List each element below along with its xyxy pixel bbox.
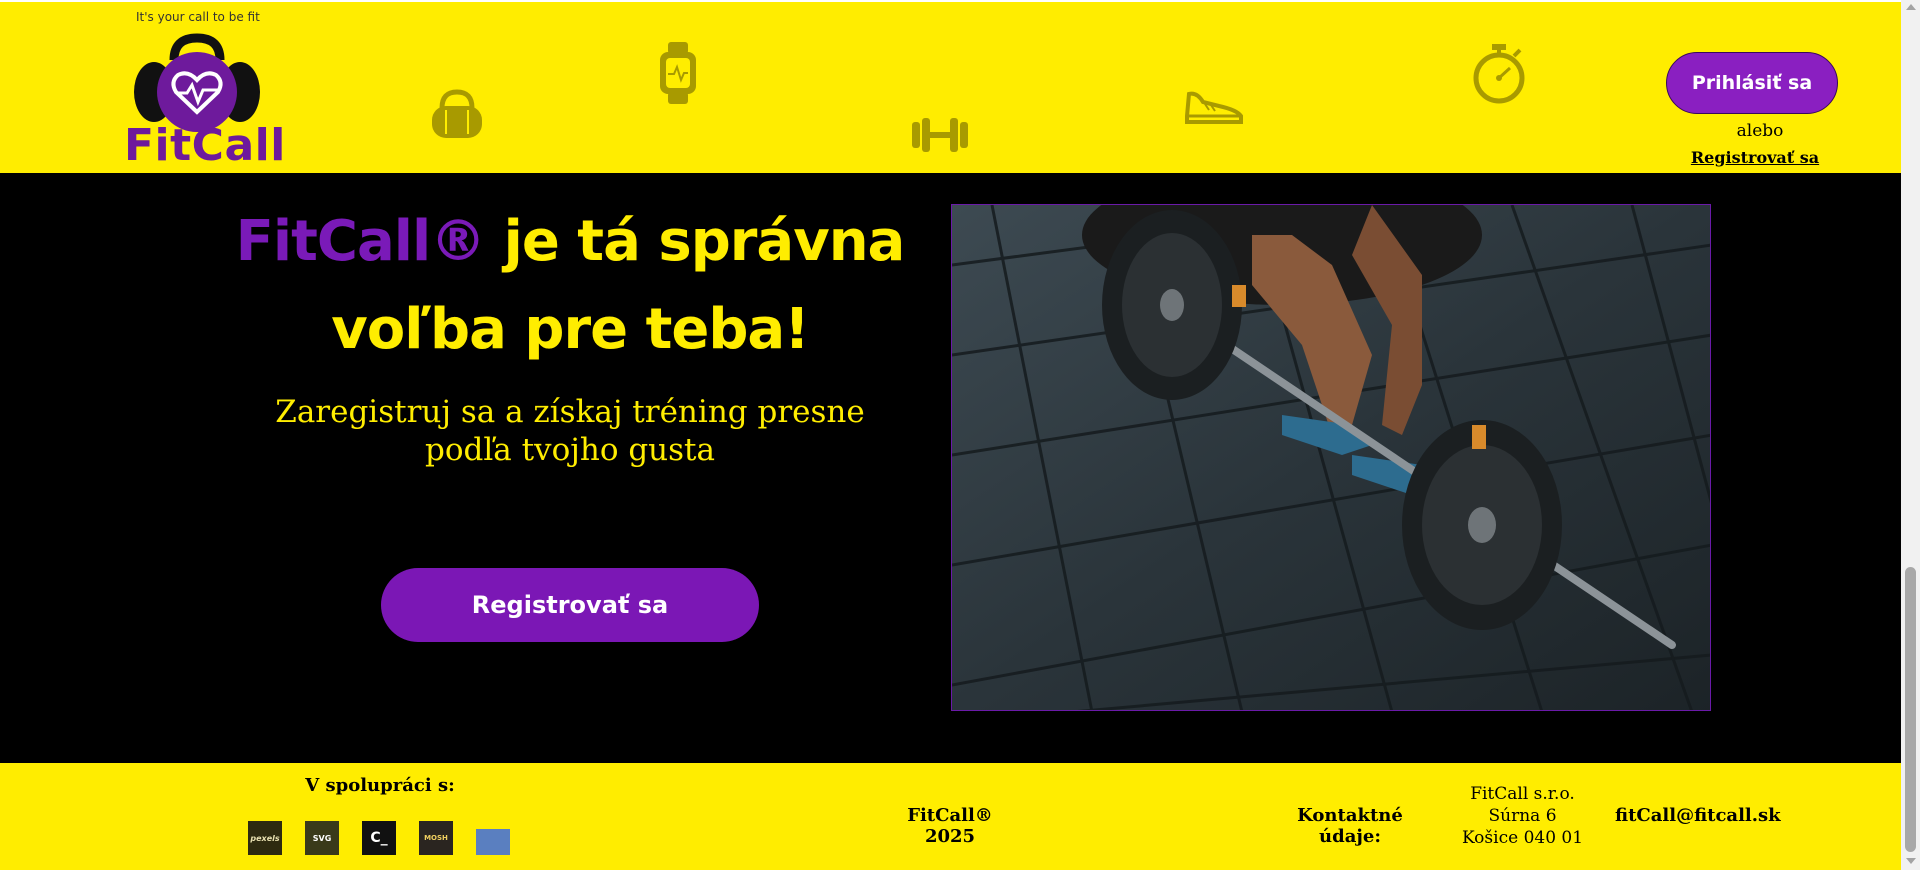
smartwatch-icon (660, 42, 696, 104)
partner-logo-svgrepo[interactable]: SVG (305, 821, 339, 855)
address-line: Súrna 6 (1488, 806, 1557, 826)
partner-label: MOSH (424, 834, 448, 842)
register-link[interactable]: Registrovať sa (1690, 148, 1820, 167)
partner-logo-codepen[interactable]: C_ (362, 821, 396, 855)
scroll-down-arrow-icon[interactable] (1906, 858, 1916, 864)
page: It's your call to be fit FitCall Prihlás… (0, 0, 1901, 870)
contact-email[interactable]: fitCall@fitcall.sk (1615, 805, 1781, 826)
deadlift-photo-illustration (952, 205, 1710, 710)
address-line: Košice 040 01 (1461, 828, 1584, 848)
company-address: FitCall s.r.o. Súrna 6 Košice 040 01 (1440, 783, 1605, 849)
scroll-up-arrow-icon[interactable] (1906, 4, 1916, 10)
hero-subtitle: Zaregistruj sa a získaj tréning presne p… (275, 394, 865, 468)
site-footer: V spolupráci s: pexels SVG C_ MOSH FitCa… (0, 763, 1901, 870)
partner-logo-unknown[interactable] (476, 829, 510, 855)
vertical-scrollbar[interactable] (1901, 0, 1920, 870)
logo-wordmark: FitCall (124, 120, 286, 171)
hero-title: FitCall® je tá správna voľba pre teba! (210, 198, 930, 374)
partner-logo-mosh[interactable]: MOSH (419, 821, 453, 855)
dumbbell-icon (912, 118, 968, 152)
hero-section: FitCall® je tá správna voľba pre teba! Z… (0, 173, 1901, 763)
gym-bag-icon (432, 89, 482, 138)
register-button[interactable]: Registrovať sa (381, 568, 759, 642)
or-text: alebo (1736, 121, 1784, 141)
sneaker-icon (1185, 91, 1243, 124)
partners-title: V spolupráci s: (305, 775, 455, 796)
logo-tagline: It's your call to be fit (136, 10, 260, 24)
partner-label: SVG (312, 833, 332, 843)
stopwatch-icon (1473, 44, 1525, 104)
partner-label: C_ (370, 830, 388, 846)
contact-label: Kontaktné údaje: (1297, 805, 1403, 847)
deadlift-photo (951, 204, 1711, 711)
site-header: It's your call to be fit FitCall Prihlás… (0, 0, 1901, 173)
login-button[interactable]: Prihlásiť sa (1666, 52, 1838, 114)
partner-label: pexels (250, 833, 280, 843)
scrollbar-thumb[interactable] (1905, 567, 1916, 852)
fitcall-logo[interactable]: It's your call to be fit FitCall (118, 8, 288, 171)
copyright-text: FitCall® 2025 (907, 805, 993, 847)
partner-logo-pexels[interactable]: pexels (248, 821, 282, 855)
address-line: FitCall s.r.o. (1470, 784, 1575, 804)
hero-title-brand: FitCall® (235, 209, 486, 274)
